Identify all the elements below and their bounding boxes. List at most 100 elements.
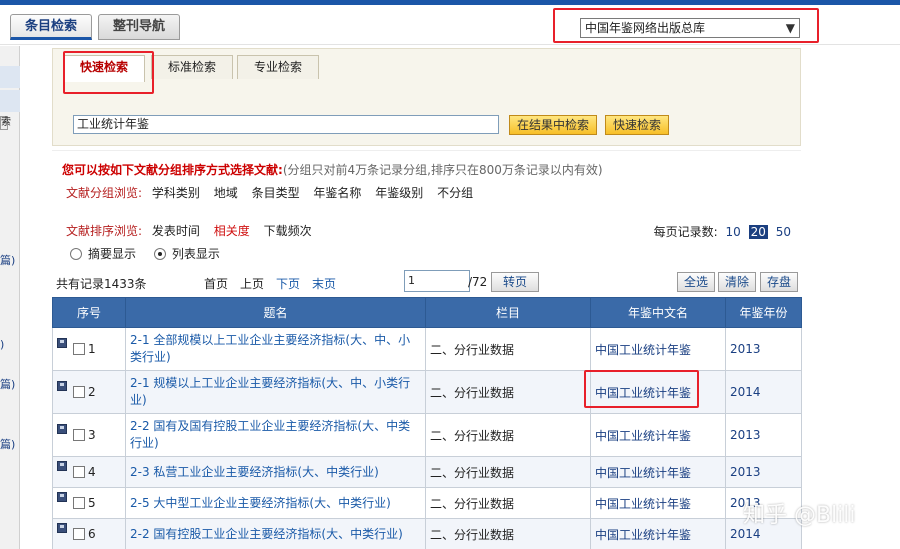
radio-icon[interactable]: [70, 248, 82, 260]
save-to-disk-button[interactable]: 存盘: [760, 272, 799, 292]
row-no-cell: 5: [52, 487, 126, 519]
group-link-yearbook-level[interactable]: 年鉴级别: [375, 186, 423, 200]
last-page-link[interactable]: 末页: [312, 275, 336, 292]
left-sidebar: 索 篇) ) 篇) 篇): [0, 46, 20, 549]
page-total: /72: [468, 275, 488, 289]
display-abstract-option[interactable]: 摘要显示: [70, 247, 136, 261]
row-checkbox[interactable]: [73, 343, 85, 355]
row-yearbook-cell: 中国工业统计年鉴: [590, 413, 726, 457]
row-yearbook-cell: 中国工业统计年鉴: [590, 487, 726, 519]
grouping-heading: 您可以按如下文献分组排序方式选择文献:: [62, 163, 283, 177]
row-no-cell: 4: [52, 456, 126, 488]
clear-button[interactable]: 清除: [718, 272, 757, 292]
per-page-20[interactable]: 20: [748, 225, 768, 239]
sidebar-band: [0, 66, 20, 88]
sort-link-publish-time[interactable]: 发表时间: [152, 224, 200, 238]
row-title-cell: 2-1 全部规模以上工业企业主要经济指标(大、中、小类行业): [125, 327, 426, 371]
header-no: 序号: [52, 297, 126, 328]
row-title-cell: 2-5 大中型工业企业主要经济指标(大、中类行业): [125, 487, 426, 519]
save-disk-icon[interactable]: [57, 461, 67, 471]
save-disk-icon[interactable]: [57, 381, 67, 391]
per-page-50[interactable]: 50: [776, 225, 791, 239]
row-no-cell: 6: [52, 518, 126, 549]
row-yearbook-link[interactable]: 中国工业统计年鉴: [595, 429, 691, 443]
group-link-subject[interactable]: 学科类别: [152, 186, 200, 200]
group-link-region[interactable]: 地域: [214, 186, 238, 200]
table-row: 6 2-2 国有控股工业企业主要经济指标(大、中类行业) 二、分行业数据 中国工…: [52, 518, 802, 549]
search-input[interactable]: 工业统计年鉴: [73, 115, 499, 134]
row-title-cell: 2-1 规模以上工业企业主要经济指标(大、中、小类行业): [125, 370, 426, 414]
table-row: 1 2-1 全部规模以上工业企业主要经济指标(大、中、小类行业) 二、分行业数据…: [52, 327, 802, 371]
table-row: 5 2-5 大中型工业企业主要经济指标(大、中类行业) 二、分行业数据 中国工业…: [52, 487, 802, 519]
sidebar-search-button[interactable]: 索: [0, 116, 11, 130]
sort-link-relevance[interactable]: 相关度: [214, 224, 250, 238]
highlight-box-database: [553, 8, 819, 43]
row-checkbox[interactable]: [73, 386, 85, 398]
tab-entry-search[interactable]: 条目检索: [10, 14, 93, 40]
row-yearbook-link[interactable]: 中国工业统计年鉴: [595, 343, 691, 357]
sidebar-fragment: 篇): [0, 254, 16, 267]
row-column-cell: 二、分行业数据: [425, 413, 591, 457]
sort-link-downloads[interactable]: 下载频次: [264, 224, 312, 238]
row-title-link[interactable]: 2-2 国有及国有控股工业企业主要经济指标(大、中类行业): [130, 418, 421, 452]
row-checkbox[interactable]: [73, 497, 85, 509]
save-disk-icon[interactable]: [57, 523, 67, 533]
row-title-link[interactable]: 2-3 私营工业企业主要经济指标(大、中类行业): [130, 464, 421, 481]
grouping-note-text: (分组只对前4万条记录分组,排序只在800万条记录以内有效): [282, 163, 603, 177]
next-page-link[interactable]: 下页: [276, 275, 300, 292]
results-table: 序号 题名 栏目 年鉴中文名 年鉴年份 1 2-1 全部规模以上工业企业主要经济…: [52, 297, 802, 549]
row-yearbook-link[interactable]: 中国工业统计年鉴: [595, 528, 691, 542]
group-link-no-group[interactable]: 不分组: [437, 186, 473, 200]
table-header-row: 序号 题名 栏目 年鉴中文名 年鉴年份: [52, 297, 802, 328]
group-browse-label: 文献分组浏览:: [66, 186, 143, 200]
header-year: 年鉴年份: [725, 297, 802, 328]
pagination-bar: 共有记录1433条 首页 上页 下页 末页 1 /72 转页 全选 清除 存盘: [52, 268, 801, 296]
row-yearbook-link[interactable]: 中国工业统计年鉴: [595, 466, 691, 480]
row-checkbox[interactable]: [73, 429, 85, 441]
goto-page-button[interactable]: 转页: [491, 272, 539, 292]
display-list-option[interactable]: 列表显示: [153, 247, 220, 261]
tab-journal-navigation[interactable]: 整刊导航: [98, 14, 181, 40]
row-checkbox[interactable]: [73, 466, 85, 478]
quick-search-button[interactable]: 快速检索: [605, 115, 670, 135]
highlight-box-quick-search: [63, 51, 154, 94]
sort-row: 文献排序浏览: 发表时间 相关度 下载频次: [66, 222, 322, 239]
row-no-cell: 3: [52, 413, 126, 457]
sidebar-fragment: 篇): [0, 378, 16, 391]
grouping-section: 您可以按如下文献分组排序方式选择文献:(分组只对前4万条记录分组,排序只在800…: [52, 150, 801, 268]
save-disk-icon[interactable]: [57, 338, 67, 348]
radio-selected-icon[interactable]: [153, 248, 166, 260]
row-no-cell: 2: [52, 370, 126, 414]
row-year-cell: 2013: [725, 413, 802, 457]
row-checkbox[interactable]: [73, 528, 85, 540]
per-page-label: 每页记录数:: [653, 225, 718, 239]
row-title-cell: 2-3 私营工业企业主要经济指标(大、中类行业): [125, 456, 426, 488]
first-page-link[interactable]: 首页: [204, 275, 228, 292]
row-title-link[interactable]: 2-1 规模以上工业企业主要经济指标(大、中、小类行业): [130, 375, 421, 409]
row-year-cell: 2013: [725, 456, 802, 488]
row-title-cell: 2-2 国有控股工业企业主要经济指标(大、中类行业): [125, 518, 426, 549]
prev-page-link[interactable]: 上页: [240, 275, 264, 292]
table-row: 4 2-3 私营工业企业主要经济指标(大、中类行业) 二、分行业数据 中国工业统…: [52, 456, 802, 488]
per-page-10[interactable]: 10: [726, 225, 741, 239]
group-link-entry-type[interactable]: 条目类型: [252, 186, 300, 200]
row-title-link[interactable]: 2-2 国有控股工业企业主要经济指标(大、中类行业): [130, 526, 421, 543]
row-title-link[interactable]: 2-5 大中型工业企业主要经济指标(大、中类行业): [130, 495, 421, 512]
highlight-box-yearbook: [584, 370, 699, 408]
row-yearbook-link[interactable]: 中国工业统计年鉴: [595, 497, 691, 511]
save-disk-icon[interactable]: [57, 424, 67, 434]
header-column: 栏目: [425, 297, 591, 328]
tab-professional-search[interactable]: 专业检索: [237, 55, 320, 79]
row-yearbook-cell: 中国工业统计年鉴: [590, 327, 726, 371]
row-title-link[interactable]: 2-1 全部规模以上工业企业主要经济指标(大、中、小类行业): [130, 332, 421, 366]
page-number-input[interactable]: 1: [404, 270, 470, 292]
per-page-selector: 每页记录数: 10 20 50: [654, 223, 791, 240]
tab-standard-search[interactable]: 标准检索: [151, 55, 234, 79]
group-link-yearbook-name[interactable]: 年鉴名称: [313, 186, 361, 200]
row-column-cell: 二、分行业数据: [425, 370, 591, 414]
sort-label: 文献排序浏览:: [66, 224, 143, 238]
search-in-results-button[interactable]: 在结果中检索: [509, 115, 598, 135]
select-all-button[interactable]: 全选: [677, 272, 716, 292]
sidebar-band: [0, 90, 20, 112]
save-disk-icon[interactable]: [57, 492, 67, 502]
